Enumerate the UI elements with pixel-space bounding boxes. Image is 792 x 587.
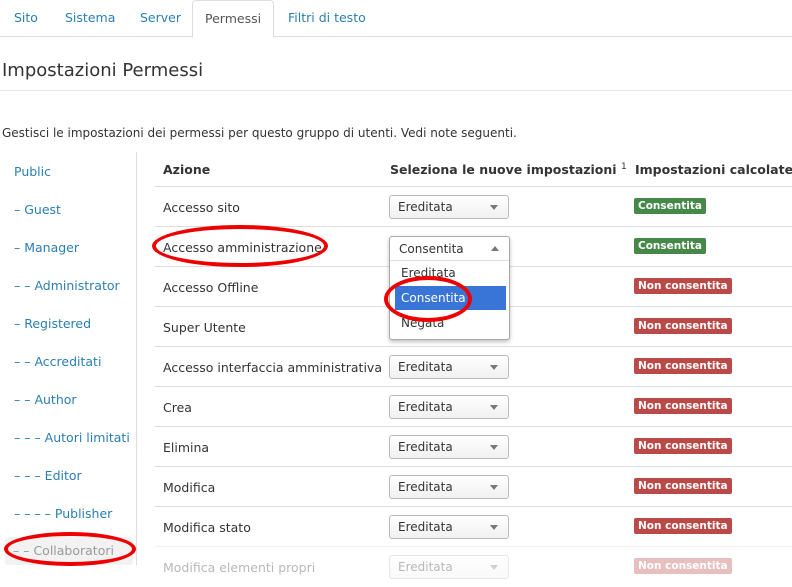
table-row: Accesso interfaccia amministrativa Eredi… xyxy=(155,346,792,387)
dropdown-option-ereditata[interactable]: Ereditata xyxy=(395,261,506,285)
action-label: Accesso interfaccia amministrativa xyxy=(163,360,382,375)
table-row: Accesso sito Ereditata Consentita xyxy=(155,186,792,227)
action-label: Accesso sito xyxy=(163,200,240,215)
action-label: Crea xyxy=(163,400,192,415)
tab-bar: Sito Sistema Server Permessi Filtri di t… xyxy=(0,0,792,38)
header-calculated-setting: Impostazioni calcolate 2 xyxy=(635,162,792,178)
status-badge: Consentita xyxy=(634,198,706,214)
group-editor[interactable]: – – – Editor xyxy=(14,468,82,483)
action-label: Modifica xyxy=(163,480,216,495)
group-administrator[interactable]: – – Administrator xyxy=(14,278,120,293)
group-guest[interactable]: – Guest xyxy=(14,202,61,217)
chevron-down-icon xyxy=(490,525,498,530)
group-sidebar: Public – Guest – Manager – – Administrat… xyxy=(0,152,137,565)
table-row: Modifica elementi propri Ereditata Non c… xyxy=(155,546,792,587)
setting-select[interactable]: Ereditata xyxy=(389,555,509,579)
setting-select[interactable]: Ereditata xyxy=(389,475,509,499)
group-manager[interactable]: – Manager xyxy=(14,240,79,255)
status-badge: Non consentita xyxy=(634,358,732,374)
header-new-setting: Seleziona le nuove impostazioni 1 xyxy=(390,162,627,178)
status-badge: Non consentita xyxy=(634,318,732,334)
dropdown-selected-value[interactable]: Consentita xyxy=(390,237,509,261)
setting-dropdown-open[interactable]: Consentita Ereditata Consentita Negata xyxy=(389,236,510,340)
status-badge: Non consentita xyxy=(634,278,732,294)
chevron-down-icon xyxy=(490,485,498,490)
setting-select[interactable]: Ereditata xyxy=(389,515,509,539)
group-autori-limitati[interactable]: – – – Autori limitati xyxy=(14,430,130,445)
dropdown-option-negata[interactable]: Negata xyxy=(395,311,506,335)
status-badge: Non consentita xyxy=(634,558,732,574)
chevron-down-icon xyxy=(490,445,498,450)
chevron-down-icon xyxy=(490,565,498,570)
status-badge: Non consentita xyxy=(634,438,732,454)
tab-sito[interactable]: Sito xyxy=(2,0,50,35)
group-registered[interactable]: – Registered xyxy=(14,316,91,331)
chevron-up-icon xyxy=(491,246,499,251)
tab-permessi[interactable]: Permessi xyxy=(192,0,275,38)
action-label: Elimina xyxy=(163,440,210,455)
status-badge: Non consentita xyxy=(634,398,732,414)
group-accreditati[interactable]: – – Accreditati xyxy=(14,354,101,369)
table-row: Crea Ereditata Non consentita xyxy=(155,386,792,427)
group-publisher[interactable]: – – – – Publisher xyxy=(14,506,112,521)
page-title: Impostazioni Permessi xyxy=(2,60,204,81)
group-author[interactable]: – – Author xyxy=(14,392,77,407)
header-action: Azione xyxy=(163,162,211,177)
setting-select[interactable]: Ereditata xyxy=(389,355,509,379)
action-label: Super Utente xyxy=(163,320,246,335)
setting-select[interactable]: Ereditata xyxy=(389,395,509,419)
action-label: Accesso Offline xyxy=(163,280,259,295)
tab-server[interactable]: Server xyxy=(128,0,193,35)
group-collaboratori[interactable]: – – Collaboratori xyxy=(5,537,133,565)
setting-select[interactable]: Ereditata xyxy=(389,435,509,459)
group-public[interactable]: Public xyxy=(14,164,51,179)
table-row: Elimina Ereditata Non consentita xyxy=(155,426,792,467)
dropdown-option-consentita[interactable]: Consentita xyxy=(395,286,506,310)
table-row: Modifica Ereditata Non consentita xyxy=(155,466,792,507)
action-label: Accesso amministrazione xyxy=(163,240,322,255)
tab-sistema[interactable]: Sistema xyxy=(53,0,127,35)
status-badge: Consentita xyxy=(634,238,706,254)
divider xyxy=(0,90,792,91)
status-badge: Non consentita xyxy=(634,518,732,534)
action-label: Modifica stato xyxy=(163,520,251,535)
table-row: Modifica stato Ereditata Non consentita xyxy=(155,506,792,547)
chevron-down-icon xyxy=(490,205,498,210)
action-label: Modifica elementi propri xyxy=(163,560,316,575)
chevron-down-icon xyxy=(490,405,498,410)
chevron-down-icon xyxy=(490,365,498,370)
status-badge: Non consentita xyxy=(634,478,732,494)
tab-filtri-di-testo[interactable]: Filtri di testo xyxy=(276,0,378,35)
setting-select[interactable]: Ereditata xyxy=(389,195,509,219)
page-description: Gestisci le impostazioni dei permessi pe… xyxy=(2,126,517,140)
